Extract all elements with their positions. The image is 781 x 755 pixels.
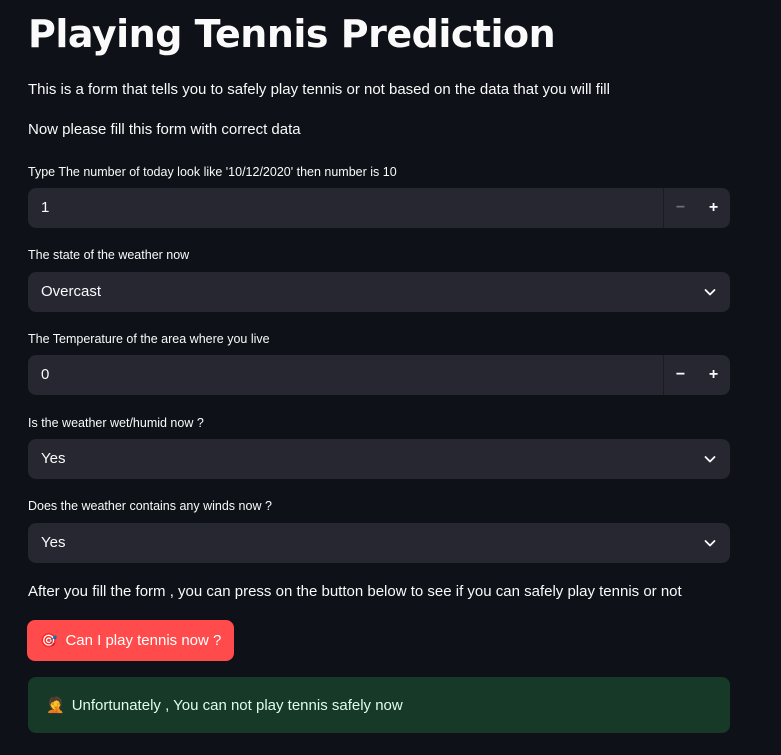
temperature-value[interactable]: 0 <box>41 355 49 395</box>
predict-button[interactable]: 🎯 Can I play tennis now ? <box>27 620 235 661</box>
humid-select[interactable]: Yes <box>28 439 730 479</box>
temperature-label: The Temperature of the area where you li… <box>28 332 270 346</box>
page-title: Playing Tennis Prediction <box>28 12 556 56</box>
temperature-stepper: − + <box>663 355 730 395</box>
intro-text: This is a form that tells you to safely … <box>28 81 610 98</box>
result-alert: 🤦 Unfortunately , You can not play tenni… <box>28 677 730 733</box>
humid-selected: Yes <box>41 450 66 467</box>
predict-button-label: Can I play tennis now ? <box>65 632 222 649</box>
humid-label: Is the weather wet/humid now ? <box>28 416 204 430</box>
result-text: Unfortunately , You can not play tennis … <box>71 696 403 714</box>
temperature-decrement-button[interactable]: − <box>663 355 697 395</box>
windy-label: Does the weather contains any winds now … <box>28 499 272 513</box>
target-icon: 🎯 <box>40 632 58 648</box>
facepalm-icon: 🤦 <box>46 697 65 714</box>
weather-selected: Overcast <box>41 283 102 300</box>
temperature-increment-button[interactable]: + <box>697 355 730 395</box>
windy-selected: Yes <box>41 534 66 551</box>
after-form-text: After you fill the form , you can press … <box>28 583 682 600</box>
instruction-text: Now please fill this form with correct d… <box>28 121 301 138</box>
day-stepper: − + <box>663 188 730 228</box>
chevron-down-icon <box>704 289 716 296</box>
weather-select[interactable]: Overcast <box>28 272 730 312</box>
day-increment-button[interactable]: + <box>697 188 730 228</box>
day-decrement-button[interactable]: − <box>663 188 697 228</box>
temperature-input[interactable]: 0 − + <box>28 355 730 395</box>
day-value[interactable]: 1 <box>41 188 49 228</box>
chevron-down-icon <box>704 540 716 547</box>
weather-label: The state of the weather now <box>28 248 190 262</box>
chevron-down-icon <box>704 456 716 463</box>
app-page: Playing Tennis Prediction This is a form… <box>0 0 781 755</box>
windy-select[interactable]: Yes <box>28 523 730 563</box>
day-label: Type The number of today look like '10/1… <box>28 165 397 179</box>
day-number-input[interactable]: 1 − + <box>28 188 730 228</box>
